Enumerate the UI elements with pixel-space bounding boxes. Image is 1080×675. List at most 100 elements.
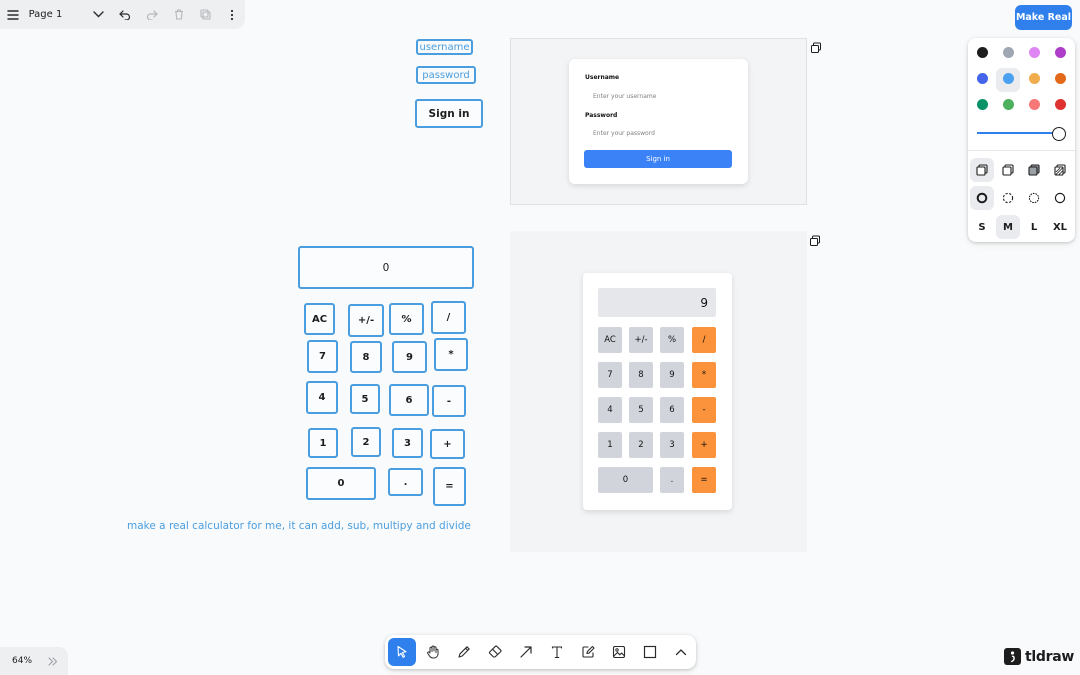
arrow-tool-icon[interactable] <box>512 638 540 666</box>
make-real-button[interactable]: Make Real <box>1015 5 1072 30</box>
color-swatch-light-violet[interactable] <box>1029 47 1040 58</box>
size-s-button[interactable]: S <box>970 215 994 239</box>
calculator-key[interactable]: * <box>692 362 716 388</box>
calculator-key[interactable]: AC <box>598 327 622 353</box>
hand-tool-icon[interactable] <box>419 638 447 666</box>
calculator-key[interactable]: 7 <box>598 362 622 388</box>
size-m-button[interactable]: M <box>996 215 1020 239</box>
calculator-key[interactable]: 4 <box>598 397 622 423</box>
size-l-button[interactable]: L <box>1022 215 1046 239</box>
more-tools-chevron-up-icon[interactable] <box>667 638 695 666</box>
size-xl-button[interactable]: XL <box>1048 215 1072 239</box>
dash-dotted-icon[interactable] <box>1022 186 1046 210</box>
calculator-key[interactable]: 6 <box>660 397 684 423</box>
fill-pattern-icon[interactable] <box>1048 158 1072 182</box>
redo-icon[interactable] <box>139 1 166 29</box>
calculator-key[interactable]: 9 <box>660 362 684 388</box>
sketch-calc-key[interactable]: 4 <box>306 381 338 414</box>
fill-none-icon[interactable] <box>970 158 994 182</box>
sketch-calc-key[interactable]: AC <box>304 303 335 335</box>
calculator-key[interactable]: . <box>660 467 684 493</box>
hamburger-menu-icon[interactable] <box>0 1 27 29</box>
color-swatch-orange[interactable] <box>1055 73 1066 84</box>
calculator-key[interactable]: % <box>660 327 684 353</box>
color-swatch-light-red[interactable] <box>1029 99 1040 110</box>
color-swatch-light-blue[interactable] <box>1003 73 1014 84</box>
undo-icon[interactable] <box>112 1 139 29</box>
sketch-calc-key[interactable]: - <box>432 385 466 417</box>
calculator-key[interactable]: 8 <box>629 362 653 388</box>
color-swatch-black[interactable] <box>977 47 988 58</box>
sketch-calc-key[interactable]: 1 <box>308 428 338 458</box>
tldraw-logo-icon <box>1004 648 1021 665</box>
sketch-calc-key[interactable]: 9 <box>392 341 427 373</box>
sketch-calc-key[interactable]: . <box>388 468 423 496</box>
rectangle-tool-icon[interactable] <box>636 638 664 666</box>
calculator-key[interactable]: 3 <box>660 432 684 458</box>
calculator-key[interactable]: 0 <box>598 467 653 493</box>
color-swatch-yellow[interactable] <box>1029 73 1040 84</box>
toolbar <box>385 635 696 669</box>
color-swatch-light-green[interactable] <box>1003 99 1014 110</box>
sketch-calc-key[interactable]: % <box>389 303 424 335</box>
sketch-calc-key[interactable]: = <box>433 467 466 506</box>
sketch-calc-key[interactable]: * <box>434 338 468 371</box>
color-swatch-blue[interactable] <box>977 73 988 84</box>
sketch-calc-key[interactable]: + <box>430 429 465 459</box>
calculator-key[interactable]: / <box>692 327 716 353</box>
note-tool-icon[interactable] <box>574 638 602 666</box>
password-input[interactable]: Enter your password <box>585 126 733 140</box>
image-tool-icon[interactable] <box>605 638 633 666</box>
sketch-prompt-text[interactable]: make a real calculator for me, it can ad… <box>127 520 471 532</box>
copy-icon[interactable] <box>809 235 821 247</box>
sketch-calc-key[interactable]: 5 <box>350 384 380 414</box>
sketch-password-label[interactable]: password <box>416 66 476 84</box>
calculator-key[interactable]: +/- <box>629 327 653 353</box>
fill-solid-icon[interactable] <box>1022 158 1046 182</box>
sketch-calc-key[interactable]: +/- <box>348 304 384 337</box>
sketch-username-label[interactable]: username <box>416 39 473 55</box>
calculator-key[interactable]: + <box>692 432 716 458</box>
color-swatch-grey[interactable] <box>1003 47 1014 58</box>
calculator-preview-frame[interactable]: 9 AC +/-%/7 8 9 * 4 5 6-1 2 3 +0. = <box>510 231 807 552</box>
username-input[interactable]: Enter your username <box>585 89 733 103</box>
dash-dashed-icon[interactable] <box>996 186 1020 210</box>
sketch-calc-key[interactable]: / <box>431 301 466 334</box>
login-preview-frame[interactable]: Username Enter your username Password En… <box>510 38 807 205</box>
color-swatch-violet[interactable] <box>1055 47 1066 58</box>
more-vertical-icon[interactable] <box>218 1 245 29</box>
sketch-calc-key[interactable]: 0 <box>306 467 376 500</box>
draw-tool-icon[interactable] <box>450 638 478 666</box>
copy-icon[interactable] <box>810 42 822 54</box>
select-tool-icon[interactable] <box>388 638 416 666</box>
chevron-down-icon[interactable] <box>86 1 113 29</box>
calculator-key[interactable]: 1 <box>598 432 622 458</box>
dash-solid-icon[interactable] <box>1048 186 1072 210</box>
trash-icon[interactable] <box>165 1 192 29</box>
eraser-tool-icon[interactable] <box>481 638 509 666</box>
sketch-calc-key[interactable]: 7 <box>307 340 338 373</box>
expand-chevrons-icon[interactable] <box>48 656 58 666</box>
sketch-signin-button[interactable]: Sign in <box>415 99 483 128</box>
color-swatch-red[interactable] <box>1055 99 1066 110</box>
fill-semi-icon[interactable] <box>996 158 1020 182</box>
dash-draw-icon[interactable] <box>970 186 994 210</box>
text-tool-icon[interactable] <box>543 638 571 666</box>
sketch-calc-key[interactable]: 8 <box>350 341 382 373</box>
sketch-calc-key[interactable]: 3 <box>392 428 423 458</box>
sketch-calc-display[interactable]: 0 <box>298 246 474 289</box>
opacity-slider-track[interactable] <box>977 132 1059 134</box>
zoom-level[interactable]: 64% <box>0 656 48 666</box>
calculator-key[interactable]: = <box>692 467 716 493</box>
page-name[interactable]: Page 1 <box>27 9 86 20</box>
sketch-calc-key[interactable]: 6 <box>389 384 429 416</box>
opacity-slider-thumb[interactable] <box>1052 127 1066 141</box>
duplicate-icon[interactable] <box>192 1 219 29</box>
calculator-key[interactable]: 2 <box>629 432 653 458</box>
color-swatch-green[interactable] <box>977 99 988 110</box>
calculator-key[interactable]: 5 <box>629 397 653 423</box>
brand-watermark[interactable]: tldraw <box>1004 648 1074 665</box>
signin-button[interactable]: Sign in <box>584 150 732 168</box>
calculator-key[interactable]: - <box>692 397 716 423</box>
sketch-calc-key[interactable]: 2 <box>351 427 381 457</box>
